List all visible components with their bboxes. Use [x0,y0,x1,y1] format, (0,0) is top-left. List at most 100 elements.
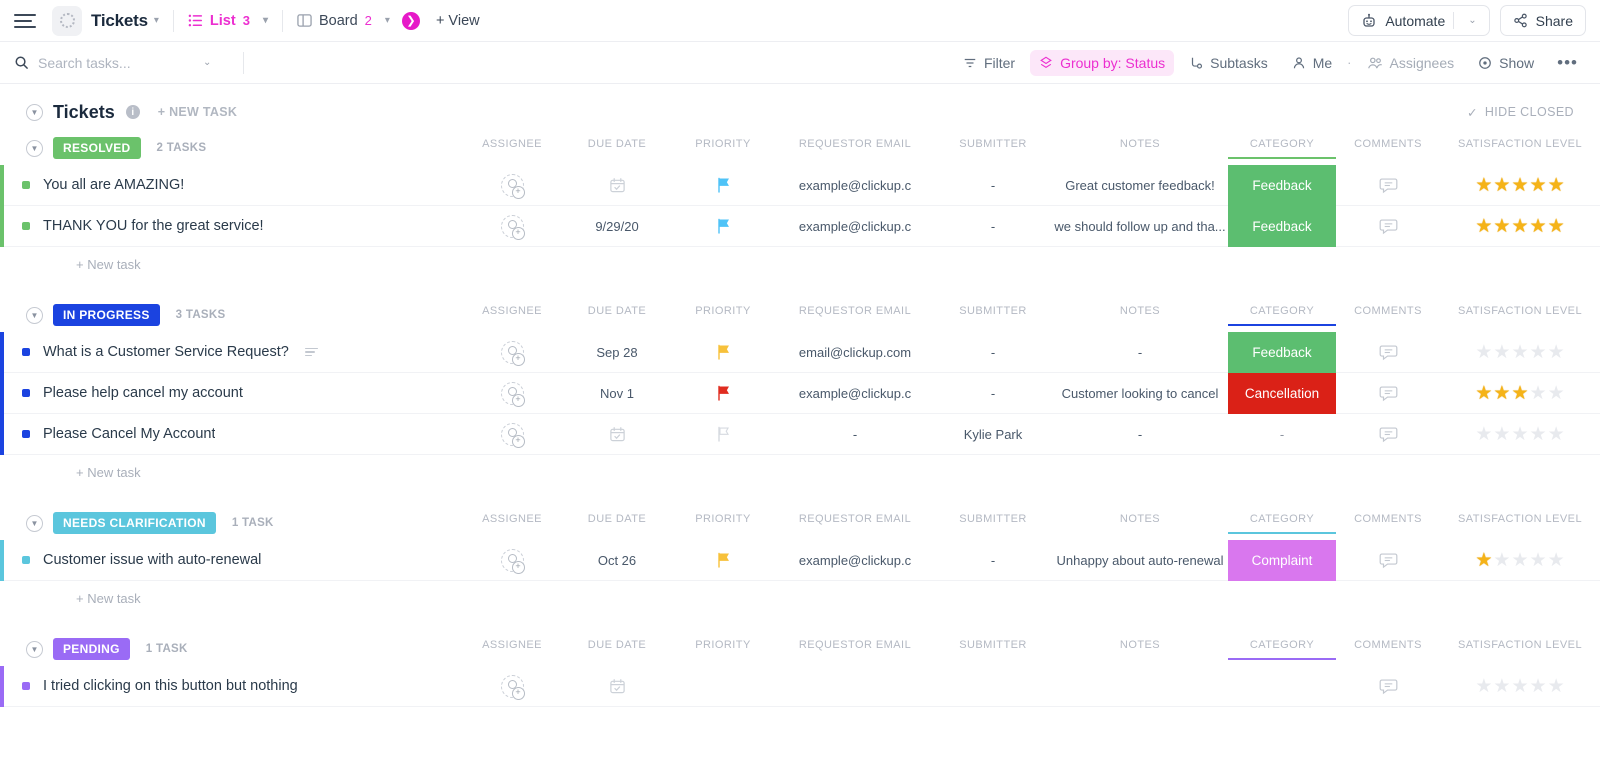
category-badge[interactable]: Feedback [1228,206,1336,247]
chevron-down-circle-icon[interactable]: ▼ [26,307,43,324]
star-icon[interactable]: ★ [1493,551,1510,570]
comments-cell[interactable] [1336,373,1440,413]
priority-cell[interactable] [670,332,776,372]
task-name-cell[interactable]: Please Cancel My Account [4,426,460,442]
table-row[interactable]: Customer issue with auto-renewal Oct 26 … [4,540,1600,581]
info-icon[interactable]: i [126,105,140,119]
star-icon[interactable]: ★ [1530,677,1547,696]
chevron-down-icon[interactable]: ▾ [385,15,390,26]
star-icon[interactable]: ★ [1511,217,1528,236]
column-header[interactable]: REQUESTOR EMAIL [776,513,934,534]
comments-cell[interactable] [1336,666,1440,706]
due-date-cell[interactable] [564,666,670,706]
category-badge[interactable]: Feedback [1228,165,1336,206]
notes-cell[interactable]: Great customer feedback! [1052,165,1228,205]
add-assignee-icon[interactable] [501,215,524,238]
satisfaction-cell[interactable]: ★★★★★ [1440,165,1600,205]
column-header[interactable]: COMMENTS [1336,513,1440,534]
column-header[interactable]: PRIORITY [670,305,776,326]
submitter-cell[interactable]: - [934,373,1052,413]
notes-cell[interactable]: we should follow up and tha... [1052,206,1228,246]
column-header[interactable]: PRIORITY [670,639,776,660]
star-icon[interactable]: ★ [1493,343,1510,362]
assignee-cell[interactable] [460,206,564,246]
column-header[interactable]: NOTES [1052,639,1228,660]
task-name-cell[interactable]: You all are AMAZING! [4,177,460,193]
chevron-down-icon[interactable]: ▾ [154,15,159,26]
assignee-cell[interactable] [460,332,564,372]
tab-board[interactable]: Board 2 ▾ [297,13,390,29]
table-row[interactable]: You all are AMAZING! example@clickup.c -… [4,165,1600,206]
status-dot[interactable] [22,222,30,230]
satisfaction-stars[interactable]: ★★★★★ [1475,677,1564,696]
add-assignee-icon[interactable] [501,423,524,446]
requestor-email-cell[interactable]: example@clickup.c [776,165,934,205]
show-button[interactable]: Show [1469,50,1543,76]
assignee-cell[interactable] [460,165,564,205]
requestor-email-cell[interactable] [776,666,934,706]
chevron-down-circle-icon[interactable]: ▼ [26,140,43,157]
priority-cell[interactable] [670,165,776,205]
category-badge[interactable]: Feedback [1228,332,1336,373]
hide-closed-toggle[interactable]: ✓ HIDE CLOSED [1467,105,1574,120]
new-task-button[interactable]: + NEW TASK [158,105,238,119]
table-row[interactable]: Please help cancel my account Nov 1 exam… [4,373,1600,414]
comments-cell[interactable] [1336,414,1440,454]
requestor-email-cell[interactable]: example@clickup.c [776,540,934,580]
status-badge[interactable]: NEEDS CLARIFICATION [53,512,216,534]
category-badge[interactable]: Cancellation [1228,373,1336,414]
column-header[interactable]: CATEGORY [1228,138,1336,159]
column-header[interactable]: SATISFACTION LEVEL [1440,639,1600,660]
priority-cell[interactable] [670,666,776,706]
column-header[interactable]: COMMENTS [1336,138,1440,159]
notes-cell[interactable]: Customer looking to cancel [1052,373,1228,413]
comments-cell[interactable] [1336,540,1440,580]
submitter-cell[interactable]: - [934,540,1052,580]
star-icon[interactable]: ★ [1475,551,1492,570]
requestor-email-cell[interactable]: example@clickup.c [776,373,934,413]
notes-cell[interactable] [1052,666,1228,706]
task-name-cell[interactable]: Please help cancel my account [4,385,460,401]
satisfaction-stars[interactable]: ★★★★★ [1475,217,1564,236]
star-icon[interactable]: ★ [1530,384,1547,403]
star-icon[interactable]: ★ [1511,343,1528,362]
chevron-down-circle-icon[interactable]: ▼ [26,515,43,532]
status-dot[interactable] [22,181,30,189]
tab-list[interactable]: List 3 ▾ [188,13,268,29]
column-header[interactable]: NOTES [1052,138,1228,159]
table-row[interactable]: What is a Customer Service Request? Sep … [4,332,1600,373]
submitter-cell[interactable]: - [934,165,1052,205]
submitter-cell[interactable]: - [934,332,1052,372]
star-icon[interactable]: ★ [1548,384,1565,403]
column-header[interactable]: REQUESTOR EMAIL [776,305,934,326]
priority-cell[interactable] [670,206,776,246]
chevron-down-icon[interactable]: ⌄ [1468,15,1476,26]
comments-cell[interactable] [1336,206,1440,246]
column-header[interactable]: COMMENTS [1336,639,1440,660]
star-icon[interactable]: ★ [1493,176,1510,195]
notes-cell[interactable]: Unhappy about auto-renewal [1052,540,1228,580]
column-header[interactable]: SATISFACTION LEVEL [1440,138,1600,159]
due-date-cell[interactable] [564,414,670,454]
table-row[interactable]: THANK YOU for the great service! 9/29/20… [4,206,1600,247]
star-icon[interactable]: ★ [1548,176,1565,195]
star-icon[interactable]: ★ [1530,425,1547,444]
me-button[interactable]: Me [1283,50,1341,76]
star-icon[interactable]: ★ [1511,425,1528,444]
status-dot[interactable] [22,682,30,690]
star-icon[interactable]: ★ [1548,551,1565,570]
submitter-cell[interactable]: - [934,206,1052,246]
star-icon[interactable]: ★ [1530,217,1547,236]
task-name-cell[interactable]: What is a Customer Service Request? [4,344,460,360]
table-row[interactable]: I tried clicking on this button but noth… [4,666,1600,707]
column-header[interactable]: REQUESTOR EMAIL [776,138,934,159]
star-icon[interactable]: ★ [1548,677,1565,696]
status-dot[interactable] [22,556,30,564]
star-icon[interactable]: ★ [1548,217,1565,236]
add-task-row[interactable]: + New task [0,455,1600,480]
star-icon[interactable]: ★ [1475,677,1492,696]
due-date-cell[interactable]: 9/29/20 [564,206,670,246]
column-header[interactable]: CATEGORY [1228,305,1336,326]
status-badge[interactable]: IN PROGRESS [53,304,160,326]
submitter-cell[interactable] [934,666,1052,706]
